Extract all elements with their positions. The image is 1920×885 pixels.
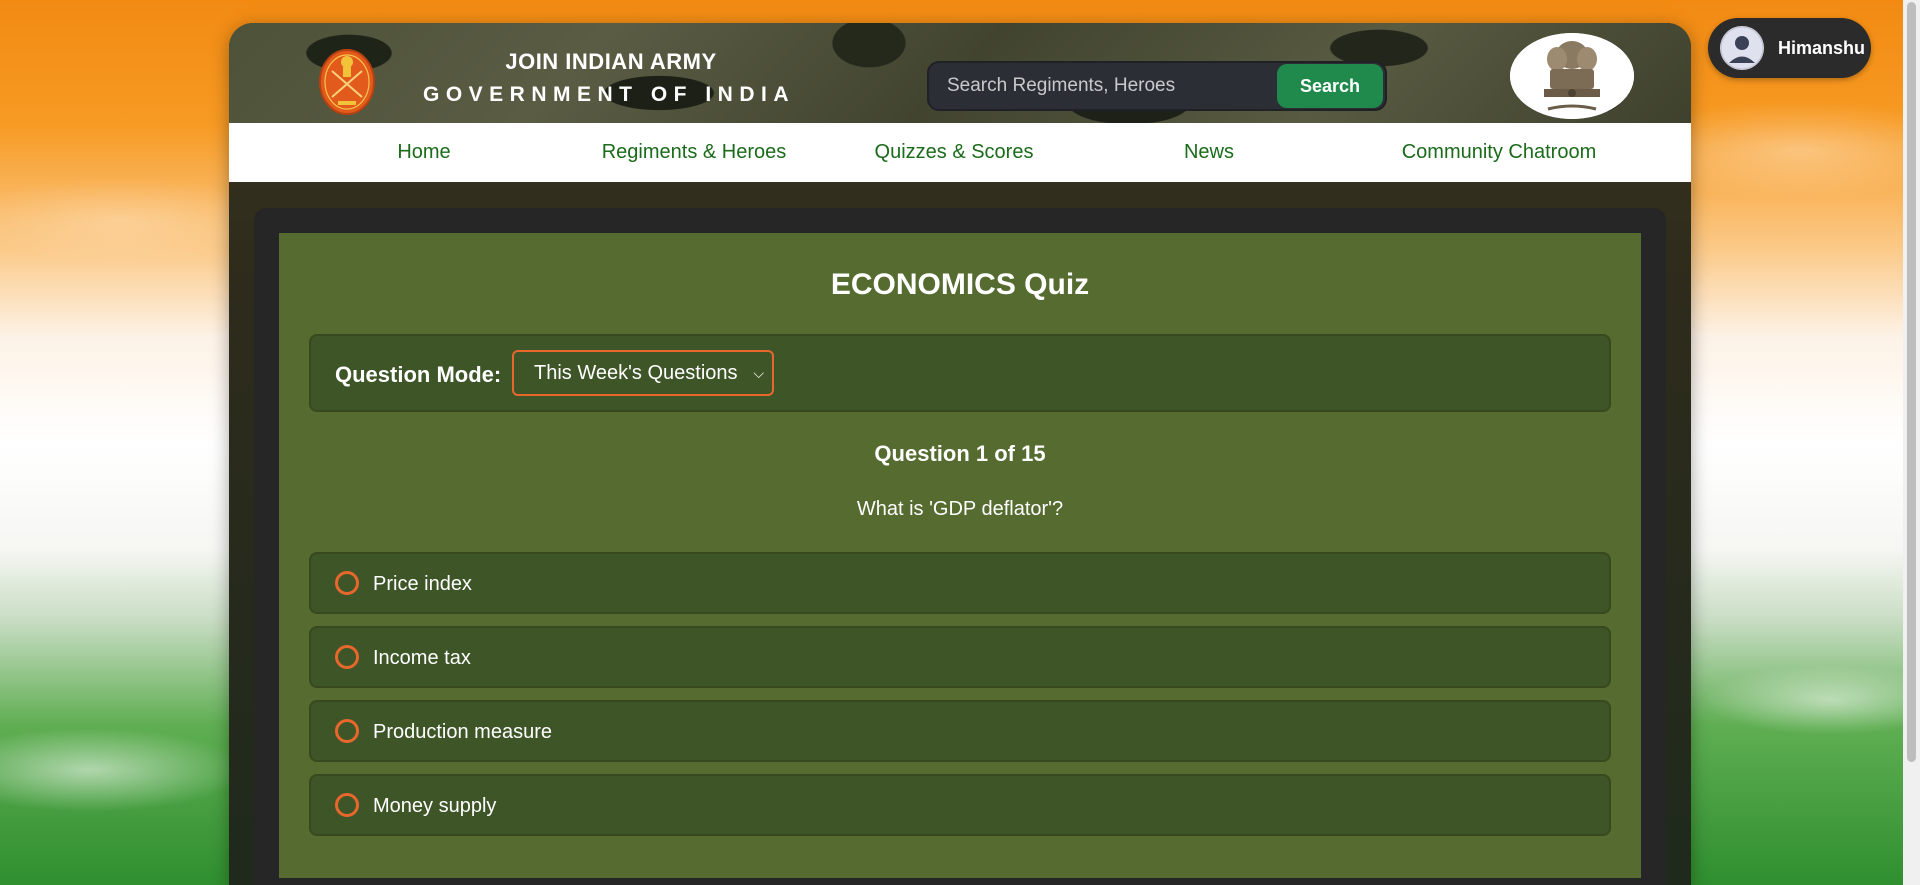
main-nav: Home Regiments & Heroes Quizzes & Scores… bbox=[229, 123, 1691, 182]
quiz-title: ECONOMICS Quiz bbox=[830, 268, 1090, 301]
question-text: What is 'GDP deflator'? bbox=[856, 498, 1064, 520]
answer-option-label: Production measure bbox=[373, 721, 552, 743]
content-frame: ECONOMICS Quiz Question Mode: This Week'… bbox=[254, 208, 1666, 885]
answer-option-label: Income tax bbox=[373, 647, 471, 669]
page-scrollbar[interactable] bbox=[1903, 0, 1920, 885]
avatar-icon bbox=[1720, 26, 1764, 70]
question-mode-select[interactable]: This Week's Questions ⌵ bbox=[512, 350, 774, 396]
question-counter: Question 1 of 15 bbox=[874, 441, 1046, 466]
nav-item-community-chatroom[interactable]: Community Chatroom bbox=[1389, 123, 1609, 182]
nav-item-news[interactable]: News bbox=[1159, 123, 1259, 182]
nav-item-quizzes-scores[interactable]: Quizzes & Scores bbox=[859, 123, 1049, 182]
site-title-line-1: JOIN INDIAN ARMY bbox=[505, 49, 717, 74]
quiz-panel: ECONOMICS Quiz Question Mode: This Week'… bbox=[279, 233, 1641, 878]
radio-button[interactable] bbox=[335, 571, 359, 595]
question-mode-box: Question Mode: This Week's Questions ⌵ bbox=[309, 334, 1611, 412]
site-title-line-2: GOVERNMENT OF INDIA bbox=[422, 83, 795, 106]
radio-button[interactable] bbox=[335, 645, 359, 669]
answer-option[interactable]: Production measure bbox=[309, 700, 1611, 762]
question-mode-selected-value: This Week's Questions bbox=[534, 362, 738, 384]
answer-option-label: Money supply bbox=[373, 795, 497, 817]
user-name: Himanshu bbox=[1778, 38, 1866, 58]
army-emblem-icon[interactable] bbox=[318, 45, 376, 115]
national-emblem-icon bbox=[1510, 33, 1634, 119]
chevron-down-icon: ⌵ bbox=[753, 365, 764, 381]
site-title: JOIN INDIAN ARMY GOVERNMENT OF INDIA bbox=[419, 49, 799, 107]
site-header: JOIN INDIAN ARMY GOVERNMENT OF INDIA Sea… bbox=[229, 23, 1691, 123]
scrollbar-thumb[interactable] bbox=[1907, 2, 1916, 762]
user-profile-button[interactable]: Himanshu bbox=[1708, 18, 1871, 78]
search-button[interactable]: Search bbox=[1277, 64, 1383, 108]
radio-button[interactable] bbox=[335, 719, 359, 743]
question-mode-label: Question Mode: bbox=[335, 362, 502, 387]
nav-item-regiments-heroes[interactable]: Regiments & Heroes bbox=[589, 123, 799, 182]
site-container: JOIN INDIAN ARMY GOVERNMENT OF INDIA Sea… bbox=[229, 23, 1691, 885]
nav-item-home[interactable]: Home bbox=[349, 123, 499, 182]
answer-option[interactable]: Price index bbox=[309, 552, 1611, 614]
search-input[interactable] bbox=[929, 63, 1277, 109]
answer-option[interactable]: Income tax bbox=[309, 626, 1611, 688]
answer-option-label: Price index bbox=[373, 573, 472, 595]
search-bar: Search bbox=[927, 61, 1387, 111]
radio-button[interactable] bbox=[335, 793, 359, 817]
answer-option[interactable]: Money supply bbox=[309, 774, 1611, 836]
